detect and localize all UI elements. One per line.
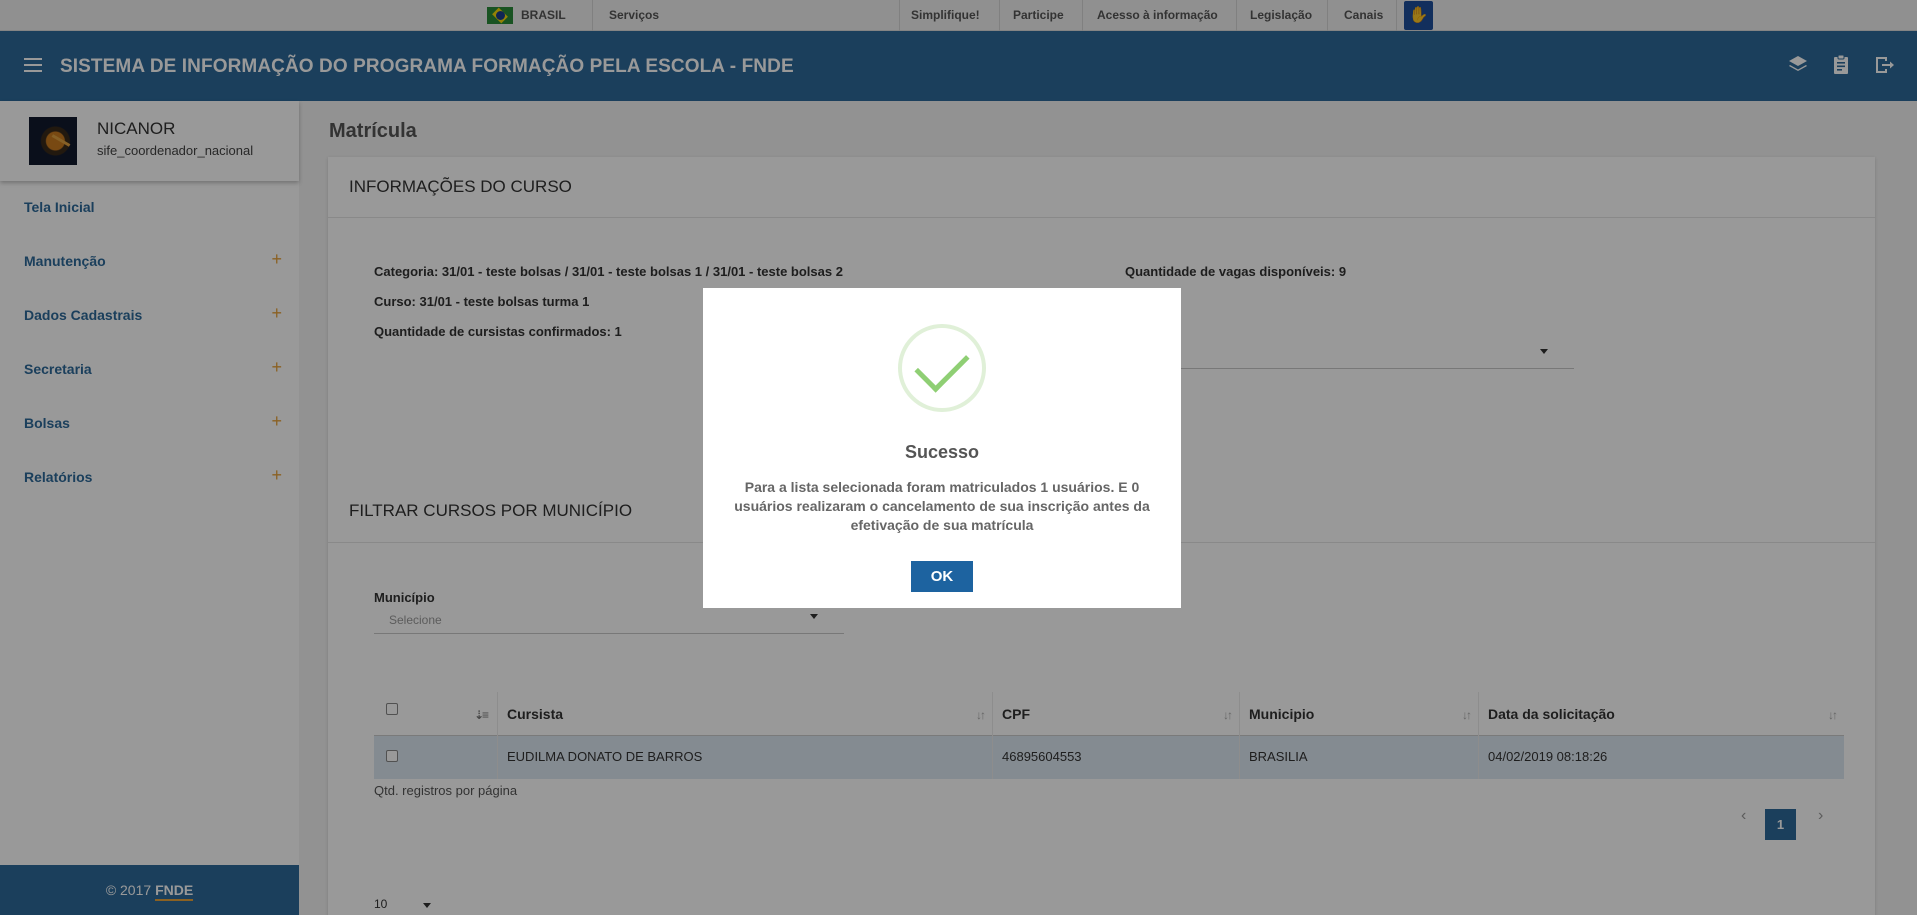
dialog-message: Para a lista selecionada foram matricula… — [734, 479, 1150, 533]
success-check-icon — [898, 324, 986, 412]
success-dialog: Sucesso Para a lista selecionada foram m… — [703, 288, 1181, 608]
dialog-title: Sucesso — [904, 442, 980, 462]
ok-button[interactable]: OK — [911, 561, 973, 592]
